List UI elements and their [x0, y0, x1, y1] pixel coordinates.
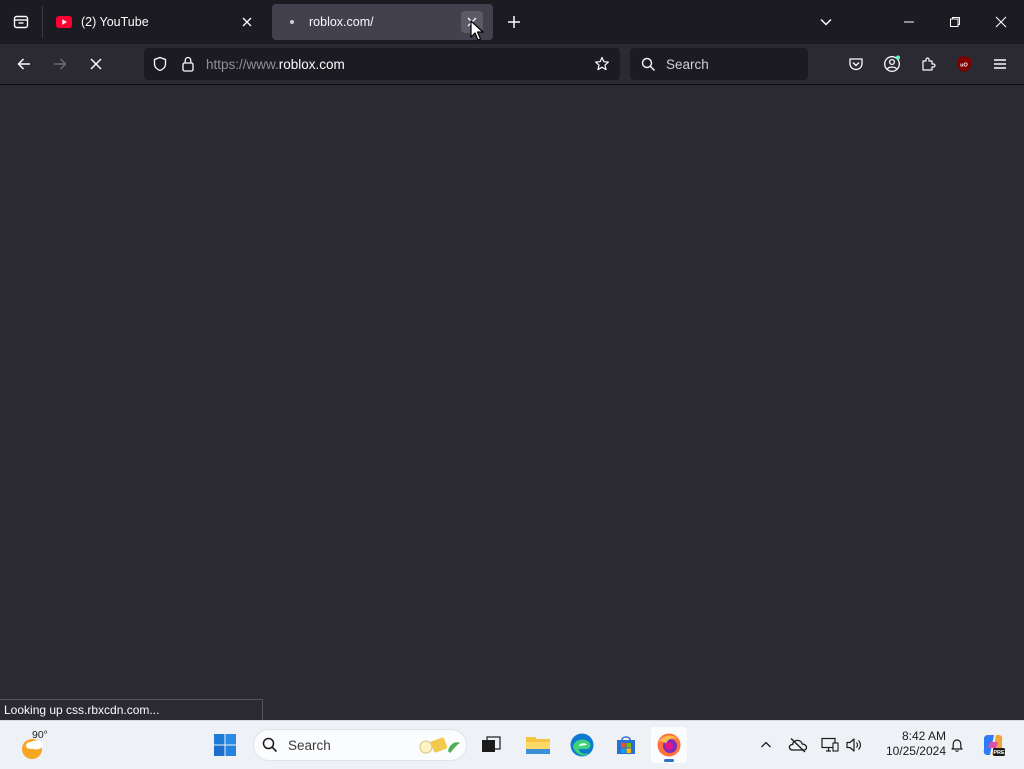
weather-temperature: 90°	[32, 729, 48, 741]
system-clock[interactable]: 8:42 AM 10/25/2024	[872, 729, 946, 759]
microsoft-store-button[interactable]	[608, 727, 644, 763]
start-button[interactable]	[207, 727, 243, 763]
navigation-toolbar: https://www.roblox.com Search uO	[0, 44, 1024, 85]
minimize-icon	[904, 21, 914, 23]
tab-separator	[42, 6, 43, 38]
taskbar-search-box[interactable]: Search	[253, 729, 467, 761]
ublock-origin-button[interactable]: uO	[948, 48, 980, 80]
app-menu-button[interactable]	[984, 48, 1016, 80]
tab-strip: (2) YouTube roblox.com/	[0, 0, 1024, 44]
copilot-button[interactable]: PRE	[980, 732, 1006, 758]
cloud-offline-icon	[788, 738, 808, 753]
network-tray-button[interactable]	[819, 734, 841, 756]
speaker-icon	[846, 738, 861, 752]
tab-roblox[interactable]: roblox.com/	[272, 4, 493, 40]
tab-list-icon	[13, 15, 29, 29]
windows-logo-icon	[214, 734, 236, 756]
tab-youtube[interactable]: (2) YouTube	[44, 4, 268, 40]
volume-tray-button[interactable]	[843, 734, 865, 756]
bell-icon	[951, 739, 963, 752]
svg-text:PRE: PRE	[993, 750, 1005, 756]
clock-time: 8:42 AM	[901, 729, 946, 743]
url-host: roblox.com	[278, 56, 345, 72]
account-icon	[884, 55, 900, 72]
hamburger-menu-icon	[994, 59, 1006, 69]
star-icon[interactable]	[592, 54, 612, 74]
close-icon	[242, 17, 252, 27]
forward-arrow-icon	[54, 58, 67, 70]
page-content-area: Looking up css.rbxcdn.com...	[0, 85, 1024, 720]
url-scheme: https://www.	[206, 56, 279, 72]
url-text[interactable]: https://www.roblox.com	[206, 57, 592, 72]
search-icon	[260, 735, 280, 755]
search-icon	[638, 54, 658, 74]
taskbar-search-placeholder: Search	[288, 737, 331, 753]
svg-text:uO: uO	[960, 63, 968, 69]
close-icon	[995, 16, 1007, 28]
close-tab-button[interactable]	[236, 11, 258, 33]
lock-icon[interactable]	[178, 54, 198, 74]
tab-label: (2) YouTube	[81, 15, 149, 29]
network-icon	[821, 737, 839, 752]
search-highlight-icon	[419, 737, 460, 754]
folder-icon	[526, 737, 550, 754]
windows-taskbar: 90° Search 8:42 AM 10/25/2024 PRE	[0, 720, 1024, 769]
notifications-button[interactable]	[946, 734, 968, 756]
tracking-shield-icon[interactable]	[150, 54, 170, 74]
forward-button[interactable]	[44, 48, 76, 80]
loading-dot-icon	[284, 14, 300, 30]
plus-icon	[508, 16, 520, 28]
onedrive-tray-button[interactable]	[787, 734, 809, 756]
firefox-icon	[657, 733, 681, 757]
stop-button[interactable]	[80, 48, 112, 80]
new-tab-button[interactable]	[500, 8, 528, 36]
back-arrow-icon	[17, 58, 30, 70]
extensions-button[interactable]	[912, 48, 944, 80]
chevron-down-icon	[820, 18, 832, 26]
restore-icon	[950, 17, 960, 27]
ublock-origin-icon: uO	[957, 56, 971, 72]
tab-label: roblox.com/	[309, 15, 374, 29]
minimize-button[interactable]	[886, 0, 932, 44]
firefox-taskbar-button[interactable]	[651, 727, 687, 763]
edge-icon	[570, 733, 594, 757]
chevron-up-icon	[761, 741, 771, 748]
url-bar[interactable]: https://www.roblox.com	[144, 48, 620, 80]
edge-browser-button[interactable]	[564, 727, 600, 763]
close-window-button[interactable]	[978, 0, 1024, 44]
pocket-icon	[849, 58, 863, 71]
list-all-tabs-button[interactable]	[812, 8, 840, 36]
restore-button[interactable]	[932, 0, 978, 44]
show-hidden-icons-button[interactable]	[755, 734, 777, 756]
mouse-cursor-icon	[470, 20, 484, 41]
account-button[interactable]	[876, 48, 908, 80]
search-bar[interactable]: Search	[630, 48, 808, 80]
store-icon	[617, 736, 635, 754]
youtube-favicon	[56, 14, 72, 30]
back-button[interactable]	[8, 48, 40, 80]
copilot-icon: PRE	[983, 735, 1005, 756]
firefox-view-button[interactable]	[0, 0, 42, 44]
search-placeholder: Search	[666, 56, 709, 72]
task-view-icon	[482, 736, 501, 752]
pocket-button[interactable]	[840, 48, 872, 80]
clock-date: 10/25/2024	[885, 744, 946, 758]
file-explorer-button[interactable]	[520, 727, 556, 763]
stop-icon	[90, 58, 102, 70]
active-app-indicator	[664, 759, 674, 762]
task-view-button[interactable]	[473, 727, 509, 763]
status-panel: Looking up css.rbxcdn.com...	[0, 699, 263, 720]
extensions-icon	[922, 57, 936, 71]
